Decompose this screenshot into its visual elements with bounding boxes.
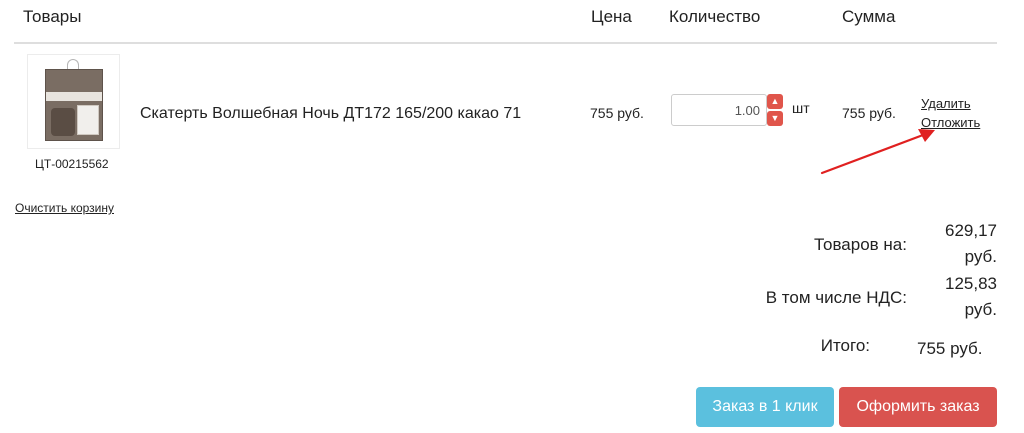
quantity-stepper[interactable]: ▲ ▼ bbox=[767, 94, 783, 126]
vat-value: 125,83 руб. bbox=[945, 274, 997, 319]
checkout-button[interactable]: Оформить заказ bbox=[839, 387, 997, 427]
grand-total-value: 755 руб. bbox=[917, 339, 983, 358]
header-divider bbox=[14, 42, 997, 44]
product-name[interactable]: Скатерть Волшебная Ночь ДТ172 165/200 ка… bbox=[140, 105, 521, 123]
annotation-arrow bbox=[820, 129, 935, 175]
product-price: 755 руб. bbox=[590, 105, 644, 121]
grand-total-label: Итого: bbox=[820, 336, 870, 355]
tablecloth-package bbox=[45, 69, 103, 141]
delete-link[interactable]: Удалить bbox=[921, 96, 971, 111]
column-header-goods: Товары bbox=[23, 7, 82, 26]
product-sku: ЦТ-00215562 bbox=[35, 157, 109, 171]
one-click-order-button[interactable]: Заказ в 1 клик bbox=[696, 387, 834, 427]
chevron-down-icon[interactable]: ▼ bbox=[767, 111, 783, 126]
goods-total-value: 629,17 руб. bbox=[945, 221, 997, 266]
product-image[interactable] bbox=[27, 54, 120, 149]
vat-label: В том числе НДС: bbox=[765, 288, 907, 307]
quantity-unit: шт bbox=[792, 100, 810, 116]
quantity-input[interactable] bbox=[671, 94, 767, 126]
column-header-quantity: Количество bbox=[669, 7, 761, 26]
chevron-up-icon[interactable]: ▲ bbox=[767, 94, 783, 109]
column-header-sum: Сумма bbox=[842, 7, 896, 26]
goods-total-label: Товаров на: bbox=[813, 235, 907, 254]
clear-cart-link[interactable]: Очистить корзину bbox=[15, 201, 114, 215]
column-header-price: Цена bbox=[591, 7, 632, 26]
product-sum: 755 руб. bbox=[842, 105, 896, 121]
